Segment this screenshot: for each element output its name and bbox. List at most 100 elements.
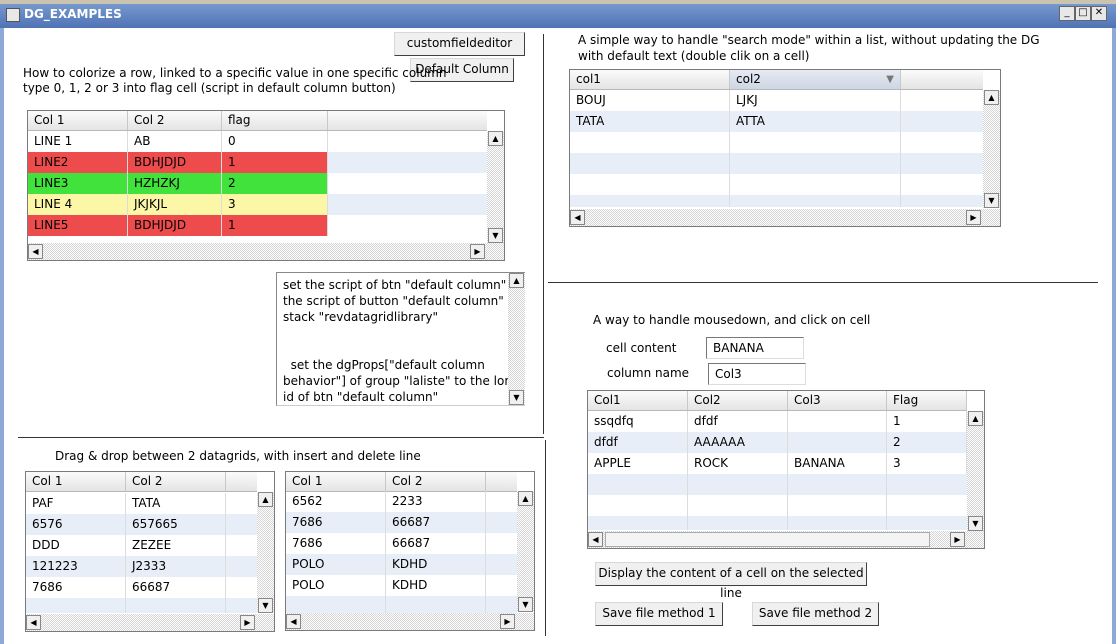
column-header[interactable]: Col 1 bbox=[28, 111, 128, 130]
table-row[interactable]: APPLE ROCK BANANA 3 bbox=[588, 453, 967, 474]
table-row[interactable]: BOUJ LJKJ bbox=[570, 90, 983, 111]
horizontal-scrollbar[interactable]: ◀ ▶ bbox=[570, 209, 1000, 226]
scroll-up-icon[interactable]: ▲ bbox=[509, 273, 524, 288]
customfieldeditor-button[interactable]: customfieldeditor bbox=[394, 32, 525, 56]
table-cell[interactable]: J2333 bbox=[126, 556, 226, 577]
table-row[interactable]: PAF TATA bbox=[26, 493, 257, 514]
table-cell[interactable]: LJKJ bbox=[730, 90, 901, 111]
table-cell[interactable]: LINE5 bbox=[28, 215, 128, 236]
table-cell[interactable]: AB bbox=[128, 131, 222, 152]
table-cell[interactable]: 66687 bbox=[386, 533, 486, 554]
table-row[interactable]: TATA ATTA bbox=[570, 111, 983, 132]
scroll-left-icon[interactable]: ◀ bbox=[570, 210, 585, 225]
script-text-box[interactable]: set the script of btn "default column" t… bbox=[276, 272, 525, 406]
horizontal-scrollbar[interactable]: ◀ ▶ bbox=[286, 613, 534, 630]
table-cell[interactable]: LINE3 bbox=[28, 173, 128, 194]
table-cell[interactable]: 121223 bbox=[26, 556, 126, 577]
table-cell[interactable]: JKJKJL bbox=[128, 194, 222, 215]
scroll-right-icon[interactable]: ▶ bbox=[966, 210, 981, 225]
table-cell[interactable]: 1 bbox=[222, 215, 328, 236]
table-cell[interactable]: APPLE bbox=[588, 453, 688, 474]
table-cell[interactable]: TATA bbox=[570, 111, 730, 132]
table-row[interactable]: 7686 66687 bbox=[286, 512, 517, 533]
table-cell[interactable]: 7686 bbox=[26, 577, 126, 598]
dragdrop-right-datagrid[interactable]: Col 1 Col 2 6562 2233 7686 66687 7686 66687… bbox=[285, 471, 535, 631]
table-row[interactable]: ssqdfq dfdf 1 bbox=[588, 411, 967, 432]
column-name-field[interactable]: Col3 bbox=[708, 363, 806, 385]
table-cell[interactable]: 0 bbox=[222, 131, 328, 152]
vertical-scrollbar[interactable]: ▲ ▼ bbox=[508, 273, 525, 405]
table-row[interactable]: LINE 1 AB 0 bbox=[28, 131, 487, 152]
table-row[interactable]: dfdf AAAAAA 2 bbox=[588, 432, 967, 453]
vertical-scrollbar[interactable]: ▲ ▼ bbox=[983, 90, 1000, 208]
table-cell[interactable]: 7686 bbox=[286, 512, 386, 533]
table-row[interactable]: 6576 657665 bbox=[26, 514, 257, 535]
table-cell[interactable]: 7686 bbox=[286, 533, 386, 554]
column-header[interactable]: Col 1 bbox=[286, 472, 386, 491]
table-cell[interactable]: 66687 bbox=[126, 577, 226, 598]
table-cell[interactable]: BANANA bbox=[788, 453, 887, 474]
table-cell[interactable]: dfdf bbox=[588, 432, 688, 453]
table-cell[interactable]: 657665 bbox=[126, 514, 226, 535]
table-cell[interactable]: ZEZEE bbox=[126, 535, 226, 556]
table-row[interactable]: 121223 J2333 bbox=[26, 556, 257, 577]
maximize-icon[interactable]: □ bbox=[1075, 6, 1091, 21]
mousedown-datagrid[interactable]: Col1 Col2 Col3 Flag ssqdfq dfdf 1 dfdf A… bbox=[587, 390, 985, 549]
table-cell[interactable]: HZHZKJ bbox=[128, 173, 222, 194]
vertical-scrollbar[interactable]: ▲ ▼ bbox=[487, 131, 504, 243]
column-header[interactable]: col1 bbox=[570, 70, 730, 89]
minimize-icon[interactable]: _ bbox=[1059, 6, 1075, 21]
table-cell[interactable]: BOUJ bbox=[570, 90, 730, 111]
table-row[interactable]: LINE 4 JKJKJL 3 bbox=[28, 194, 487, 215]
scroll-right-icon[interactable]: ▶ bbox=[500, 614, 515, 629]
horizontal-scrollbar[interactable]: ◀ ▶ bbox=[26, 614, 274, 631]
scroll-down-icon[interactable]: ▼ bbox=[488, 228, 503, 243]
table-cell[interactable]: 2233 bbox=[386, 491, 486, 512]
table-cell[interactable]: 1 bbox=[887, 411, 967, 432]
scroll-up-icon[interactable]: ▲ bbox=[488, 131, 503, 146]
table-cell[interactable] bbox=[788, 432, 887, 453]
scroll-down-icon[interactable]: ▼ bbox=[258, 598, 273, 613]
table-cell[interactable]: 6576 bbox=[26, 514, 126, 535]
column-header[interactable]: Col 2 bbox=[126, 472, 226, 491]
column-header[interactable]: Col2 bbox=[688, 391, 788, 410]
table-cell[interactable]: KDHD bbox=[386, 575, 486, 596]
table-cell[interactable]: DDD bbox=[26, 535, 126, 556]
search-datagrid[interactable]: col1 col2 ▼ BOUJ LJKJ TATA ATTA ▲ ▼ ◀ ▶ bbox=[569, 69, 1001, 227]
table-cell[interactable]: 6562 bbox=[286, 491, 386, 512]
table-cell[interactable]: TATA bbox=[126, 493, 226, 514]
table-row[interactable]: 7686 66687 bbox=[286, 533, 517, 554]
scroll-right-icon[interactable]: ▶ bbox=[240, 615, 255, 630]
save-file-method-2-button[interactable]: Save file method 2 bbox=[752, 602, 879, 626]
table-cell[interactable]: AAAAAA bbox=[688, 432, 788, 453]
scroll-down-icon[interactable]: ▼ bbox=[968, 516, 983, 531]
table-cell[interactable]: ROCK bbox=[688, 453, 788, 474]
table-cell[interactable]: LINE 4 bbox=[28, 194, 128, 215]
colorize-datagrid[interactable]: Col 1 Col 2 flag LINE 1 AB 0 LINE2 BDHJD… bbox=[27, 110, 505, 261]
column-header[interactable]: flag bbox=[222, 111, 328, 130]
table-cell[interactable]: BDHJDJD bbox=[128, 215, 222, 236]
vertical-scrollbar[interactable]: ▲ ▼ bbox=[517, 491, 534, 612]
scroll-down-icon[interactable]: ▼ bbox=[984, 193, 999, 208]
scroll-left-icon[interactable]: ◀ bbox=[26, 615, 41, 630]
column-header[interactable]: Col 2 bbox=[128, 111, 222, 130]
scroll-up-icon[interactable]: ▲ bbox=[984, 90, 999, 105]
table-cell[interactable]: ssqdfq bbox=[588, 411, 688, 432]
table-cell[interactable]: LINE 1 bbox=[28, 131, 128, 152]
table-row[interactable]: 7686 66687 bbox=[26, 577, 257, 598]
table-row[interactable]: POLO KDHD bbox=[286, 575, 517, 596]
column-header[interactable]: Col 1 bbox=[26, 472, 126, 491]
scroll-up-icon[interactable]: ▲ bbox=[258, 492, 273, 507]
table-row[interactable]: LINE3 HZHZKJ 2 bbox=[28, 173, 487, 194]
display-cell-content-button[interactable]: Display the content of a cell on the sel… bbox=[595, 562, 867, 600]
table-row[interactable]: LINE2 BDHJDJD 1 bbox=[28, 152, 487, 173]
table-cell[interactable]: BDHJDJD bbox=[128, 152, 222, 173]
table-cell[interactable]: POLO bbox=[286, 554, 386, 575]
horizontal-scrollbar[interactable]: ◀ ▶ bbox=[588, 531, 984, 548]
table-cell[interactable]: POLO bbox=[286, 575, 386, 596]
table-cell[interactable]: LINE2 bbox=[28, 152, 128, 173]
table-cell[interactable] bbox=[788, 411, 887, 432]
column-header[interactable]: Col3 bbox=[788, 391, 887, 410]
vertical-scrollbar[interactable]: ▲ ▼ bbox=[257, 492, 274, 613]
horizontal-scrollbar[interactable]: ◀ ▶ bbox=[28, 243, 504, 260]
